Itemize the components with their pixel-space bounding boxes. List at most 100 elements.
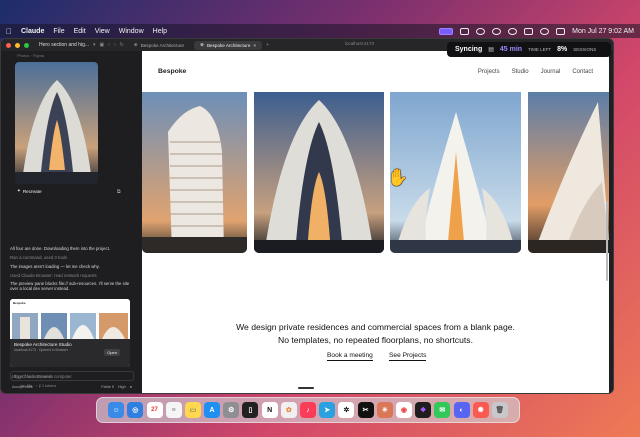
claude-status-icon[interactable] xyxy=(439,27,454,35)
figma-icon[interactable]: ❖ xyxy=(415,402,432,418)
menu-help[interactable]: Help xyxy=(153,28,167,35)
globe-icon: ⊕ xyxy=(200,42,204,47)
photos-icon[interactable]: ✿ xyxy=(280,402,297,418)
discord-icon[interactable]: ◐ xyxy=(453,402,470,418)
record-icon[interactable] xyxy=(476,27,486,35)
browser-viewport: Bespoke Projects Studio Journal Contact xyxy=(142,51,609,393)
menubar-clock[interactable]: Mon Jul 27 9:02 AM xyxy=(572,28,634,35)
nav-contact[interactable]: Contact xyxy=(572,69,593,75)
tab-bespoke-2[interactable]: ⊕ Bespoke Architecture × xyxy=(194,40,263,50)
app-store-icon[interactable]: A xyxy=(204,402,221,418)
sync-duration: 45 min xyxy=(499,46,523,53)
card-title: Bespoke Architecture Studio xyxy=(14,342,72,347)
scrollbar[interactable] xyxy=(606,201,608,281)
preview-card-footer: Bespoke Architecture Studio localhost:41… xyxy=(10,339,130,367)
safari-icon[interactable]: ◎ xyxy=(127,402,144,418)
menu-file[interactable]: File xyxy=(53,28,64,35)
messages-icon[interactable]: ✉ xyxy=(434,402,451,418)
reminders-icon[interactable]: ≡ xyxy=(165,402,182,418)
book-meeting-link[interactable]: Book a meeting xyxy=(327,352,373,361)
notion-icon[interactable]: N xyxy=(261,402,278,418)
preview-card-thumbnail: Bespoke xyxy=(10,299,130,339)
back-icon[interactable]: ‹ xyxy=(108,42,110,48)
see-projects-link[interactable]: See Projects xyxy=(389,352,427,361)
effort-select[interactable]: High xyxy=(118,385,126,389)
app-menu[interactable]: Claude xyxy=(21,28,44,35)
send-icon[interactable]: ● xyxy=(130,385,132,389)
tab-label: Bespoke Architecture xyxy=(140,42,185,48)
project-gallery xyxy=(142,92,609,253)
panel-header: Photos · Figma xyxy=(17,53,45,58)
nav-projects[interactable]: Projects xyxy=(478,69,500,75)
wifi-icon[interactable] xyxy=(508,27,518,35)
control-center-icon[interactable] xyxy=(556,27,566,35)
sync-percent-sub: SESSIONS xyxy=(573,47,597,52)
chat-panel: Photos · Figma ✦ Recreate ⧉ All four are … xyxy=(1,51,142,393)
window-handle[interactable] xyxy=(298,387,314,389)
close-tab-icon[interactable]: × xyxy=(253,43,256,48)
screen-icon[interactable] xyxy=(460,27,470,35)
close-window-icon[interactable] xyxy=(6,42,11,48)
copy-icon[interactable]: ⧉ xyxy=(117,189,121,195)
sync-widget[interactable]: Syncing ▤ 45 min TIME LEFT 8% SESSIONS xyxy=(447,42,611,57)
search-icon[interactable] xyxy=(540,27,550,35)
sync-bars-icon: ▤ xyxy=(488,47,494,53)
chatgpt-icon[interactable]: ✲ xyxy=(338,402,355,418)
gallery-image-sail[interactable] xyxy=(390,92,521,253)
preview-image[interactable] xyxy=(15,62,98,184)
menu-bar:  Claude File Edit View Window Help Mon … xyxy=(0,24,640,38)
tab-label: Bespoke Architecture xyxy=(206,42,251,48)
telegram-icon[interactable]: ➤ xyxy=(319,402,336,418)
claude-icon[interactable]: ✳ xyxy=(376,402,393,418)
sparkle-icon: ✦ xyxy=(17,188,21,193)
battery-icon[interactable] xyxy=(524,27,534,35)
forward-icon[interactable]: › xyxy=(114,42,116,48)
menu-window[interactable]: Window xyxy=(119,28,144,35)
notes-icon[interactable]: ▭ xyxy=(184,402,201,418)
globe-icon: ⊕ xyxy=(133,42,138,47)
terminal-icon[interactable]: ▯ xyxy=(242,402,259,418)
recreate-button[interactable]: ✦ Recreate xyxy=(17,188,42,194)
gallery-image-arch[interactable] xyxy=(254,92,384,253)
session-title[interactable]: Hero section and hig... xyxy=(39,42,89,48)
settings-icon[interactable]: ⚙ xyxy=(223,402,240,418)
minimize-window-icon[interactable] xyxy=(15,42,20,48)
app-window: Hero section and hig... ▾ ▣ ‹ › ↻ ⊕ Bespo… xyxy=(0,38,614,394)
calendar-icon[interactable]: 27 xyxy=(146,402,163,418)
message-input[interactable]: Type / for commands xyxy=(10,371,134,381)
site-logo[interactable]: Bespoke xyxy=(158,68,186,75)
tab-bespoke-1[interactable]: ⊕ Bespoke Architecture xyxy=(128,41,190,50)
open-button[interactable]: Open xyxy=(104,349,120,356)
capcut-icon[interactable]: ✂ xyxy=(357,402,374,418)
preview-card[interactable]: Bespoke Bespoke Architecture Studio loca… xyxy=(10,299,130,367)
music-icon[interactable]: ♪ xyxy=(300,402,316,418)
nav-journal[interactable]: Journal xyxy=(541,69,561,75)
sidebar-toggle-icon[interactable]: ▣ xyxy=(100,42,105,48)
menu-view[interactable]: View xyxy=(95,28,110,35)
dock: ☺ ◎ 27 ≡ ▭ A ⚙ ▯ N ✿ ♪ ➤ ✲ ✂ ✳ ◉ ❖ ✉ ◐ ✺… xyxy=(96,397,520,423)
headphones-icon[interactable] xyxy=(492,27,502,35)
gallery-image-tower[interactable] xyxy=(142,92,247,253)
new-tab-icon[interactable]: + xyxy=(266,42,269,48)
chat-message: The images aren't loading — let me check… xyxy=(10,264,100,269)
trash-icon[interactable]: 🗑 xyxy=(491,402,508,418)
apple-menu-icon[interactable]:  xyxy=(6,27,12,36)
zoom-window-icon[interactable] xyxy=(24,42,29,48)
chrome-icon[interactable]: ◉ xyxy=(395,402,412,418)
add-icon[interactable]: + xyxy=(39,385,41,389)
nav-studio[interactable]: Studio xyxy=(512,69,529,75)
menu-edit[interactable]: Edit xyxy=(74,28,86,35)
gallery-image-curve[interactable] xyxy=(528,92,609,253)
model-select[interactable]: Fable 5 xyxy=(101,385,114,389)
address-bar[interactable]: localhost:4173 xyxy=(345,41,374,46)
recreate-label: Recreate xyxy=(22,188,42,194)
sync-duration-sub: TIME LEFT xyxy=(528,47,552,52)
reload-icon[interactable]: ↻ xyxy=(120,42,124,48)
finder-icon[interactable]: ☺ xyxy=(108,402,125,418)
chevron-down-icon[interactable]: ▾ xyxy=(93,42,96,48)
arc-icon[interactable]: ✺ xyxy=(472,402,489,418)
tool-summary[interactable]: Used Claude Browser: read network reques… xyxy=(10,273,135,278)
accept-edits-toggle[interactable]: Accept edits xyxy=(12,385,33,389)
tool-summary[interactable]: Ran a command, used 3 tools xyxy=(10,255,135,260)
site-nav: Bespoke Projects Studio Journal Contact xyxy=(142,51,609,92)
